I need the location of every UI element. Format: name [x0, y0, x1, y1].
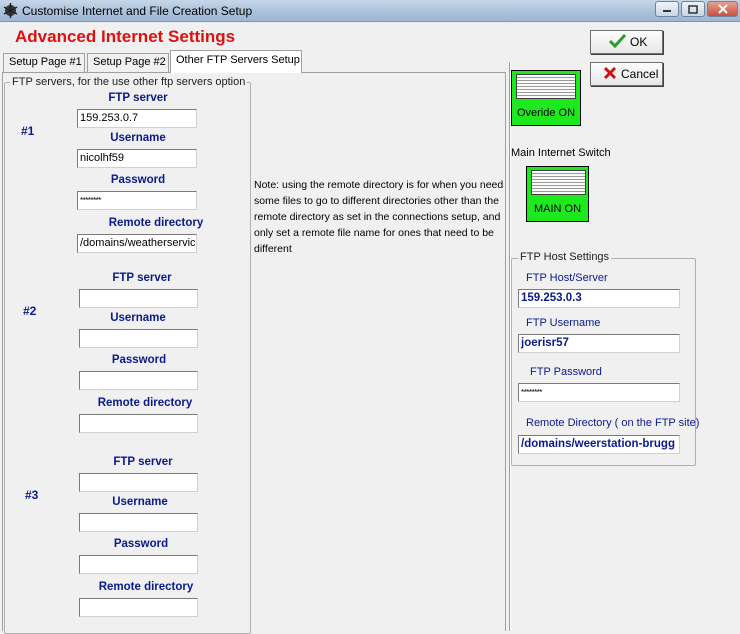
tab-setup-page-2[interactable]: Setup Page #2 [87, 53, 169, 72]
server-2-password-input[interactable] [79, 371, 198, 390]
window-title: Customise Internet and File Creation Set… [22, 4, 253, 18]
server-2-remote-directory-input[interactable] [79, 414, 198, 433]
server-3-username-input[interactable] [79, 513, 198, 532]
server-3-remote-directory-input[interactable] [79, 598, 198, 617]
server-1-username-input[interactable]: nicolhf59 [77, 149, 197, 168]
override-switch-slider [516, 74, 576, 99]
server-2-remote-directory-label: Remote directory [97, 397, 193, 409]
ftp-servers-group-legend: FTP servers, for the use other ftp serve… [10, 76, 248, 88]
server-1-ftp-server-input[interactable]: 159.253.0.7 [77, 109, 197, 128]
ftp-username-label: FTP Username [526, 317, 601, 329]
server-1-password-label: Password [110, 174, 166, 186]
server-3-username-label: Username [112, 496, 168, 508]
server-1-password-input[interactable]: ******** [77, 191, 197, 210]
ftp-host-input[interactable]: 159.253.0.3 [518, 289, 680, 308]
server-2-username-input[interactable] [79, 329, 198, 348]
checkmark-icon [608, 33, 627, 51]
server-1-remote-directory-input[interactable]: /domains/weatherservic [77, 234, 197, 253]
ftp-username-input[interactable]: joerisr57 [518, 334, 680, 353]
close-button[interactable] [707, 1, 738, 17]
remote-directory-note: Note: using the remote directory is for … [254, 179, 504, 255]
ok-button[interactable]: OK [590, 30, 663, 54]
maximize-icon [688, 4, 698, 14]
tab-setup-page-1[interactable]: Setup Page #1 [3, 53, 85, 72]
ftp-host-settings-legend: FTP Host Settings [518, 251, 612, 263]
server-3-ftp-server-label: FTP server [113, 456, 173, 468]
app-icon[interactable] [3, 3, 18, 18]
server-1-remote-directory-label: Remote directory [108, 217, 204, 229]
page-heading: Advanced Internet Settings [15, 27, 236, 46]
server-3-remote-directory-label: Remote directory [98, 581, 194, 593]
server-2-ftp-server-label: FTP server [112, 272, 172, 284]
server-1-ftp-server-label: FTP server [108, 92, 168, 104]
main-internet-switch-slider [531, 170, 586, 195]
ftp-remote-directory-input[interactable]: /domains/weerstation-brugg [518, 435, 680, 454]
maximize-button[interactable] [681, 1, 705, 17]
main-internet-switch-label: MAIN ON [533, 203, 582, 215]
main-internet-switch-caption: Main Internet Switch [511, 147, 611, 159]
cancel-button-label: Cancel [621, 67, 659, 81]
server-3-number: #3 [25, 488, 39, 502]
ftp-host-label: FTP Host/Server [526, 272, 608, 284]
ftp-password-input[interactable]: ******** [518, 383, 680, 402]
close-icon [717, 4, 728, 14]
server-3-password-input[interactable] [79, 555, 198, 574]
ok-button-label: OK [630, 35, 648, 49]
override-switch[interactable]: Overide ON [511, 70, 581, 126]
minimize-button[interactable] [655, 1, 679, 17]
x-icon [603, 66, 617, 83]
cancel-button[interactable]: Cancel [590, 62, 663, 86]
override-switch-label: Overide ON [516, 107, 576, 119]
server-2-password-label: Password [111, 354, 167, 366]
tab-other-ftp-servers-setup[interactable]: Other FTP Servers Setup [170, 50, 302, 73]
minimize-icon [662, 5, 672, 13]
server-1-number: #1 [21, 124, 35, 138]
title-bar: Customise Internet and File Creation Set… [0, 0, 740, 22]
server-2-number: #2 [23, 304, 37, 318]
ftp-remote-directory-label: Remote Directory ( on the FTP site) [526, 417, 700, 429]
main-internet-switch[interactable]: MAIN ON [526, 166, 589, 222]
ftp-password-label: FTP Password [530, 366, 602, 378]
server-3-ftp-server-input[interactable] [79, 473, 198, 492]
server-2-username-label: Username [110, 312, 166, 324]
server-3-password-label: Password [113, 538, 169, 550]
server-1-username-label: Username [110, 132, 166, 144]
server-2-ftp-server-input[interactable] [79, 289, 198, 308]
